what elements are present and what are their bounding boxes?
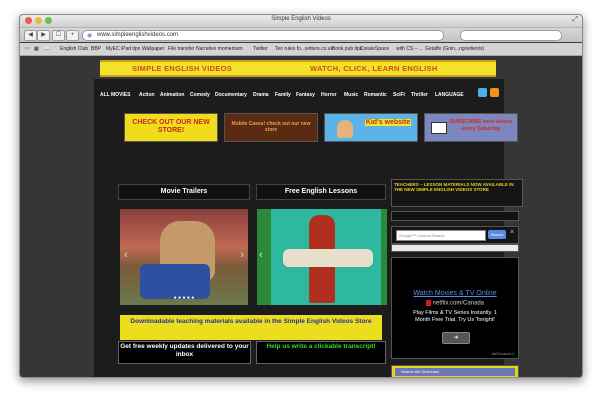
menu-item-family[interactable]: Family	[275, 92, 291, 98]
dictionary-panel[interactable]: Search the Dictionary	[391, 365, 519, 377]
menu-item-horror[interactable]: Horror	[321, 92, 337, 98]
ad-choices-label[interactable]: AdChoices ▷	[491, 351, 515, 356]
bookmark-link[interactable]: with CS – ...	[396, 46, 423, 52]
store-button[interactable]: CHECK OUT OUR NEW STORE!	[124, 113, 218, 142]
spacer-panel	[391, 211, 519, 221]
dog-cape-image	[140, 264, 210, 299]
menu-item-comedy[interactable]: Comedy	[190, 92, 210, 98]
page-content: SIMPLE ENGLISH VIDEOS WATCH, CLICK, LEAR…	[20, 56, 582, 377]
ad-url[interactable]: netflix.com/Canada	[433, 301, 484, 307]
forward-button[interactable]: ▶	[37, 30, 50, 41]
bookmarks-bar: 👓 ▦ 📖 English Club BBP MyEC iPad tips Wa…	[20, 43, 582, 56]
top-sites-icon[interactable]: ▦	[34, 46, 39, 52]
bookmark-link[interactable]: MyEC	[106, 46, 120, 52]
reader-icon: ☐	[55, 32, 62, 38]
transcript-help-box[interactable]: Help us write a clickable transcript!	[256, 341, 386, 364]
bookmark-link[interactable]: File transfer	[168, 46, 194, 52]
globe-icon: ◉	[87, 33, 93, 39]
bookmark-link[interactable]: Book pub tips	[332, 46, 362, 52]
site-banner[interactable]: SIMPLE ENGLISH VIDEOS WATCH, CLICK, LEAR…	[100, 60, 496, 77]
search-results-bar	[391, 244, 519, 252]
custom-search-panel: Google™ Custom Search Search ×	[391, 226, 519, 244]
movie-trailers-heading[interactable]: Movie Trailers	[118, 184, 250, 200]
ad-title[interactable]: Watch Movies & TV Online	[392, 290, 518, 297]
banner-title: SIMPLE ENGLISH VIDEOS	[132, 64, 233, 73]
slider-dots[interactable]: ● ● ● ● ●	[120, 295, 248, 301]
browser-search-field[interactable]	[460, 30, 562, 41]
menu-item-documentary[interactable]: Documentary	[215, 92, 247, 98]
browser-toolbar: ◀ ▶ ☐ + ◉ www.simpleenglishvideos.com	[20, 28, 582, 42]
menu-item-fantasy[interactable]: Fantasy	[296, 92, 315, 98]
bookmark-link[interactable]: Narrative momentum	[196, 46, 243, 52]
bookmark-link[interactable]: CreateSpace	[360, 46, 389, 52]
bookmark-link[interactable]: BBP	[91, 46, 101, 52]
back-button[interactable]: ◀	[24, 30, 37, 41]
slider-next-arrow[interactable]: ›	[240, 249, 244, 261]
custom-search-button[interactable]: Search	[488, 230, 506, 239]
subscribe-button[interactable]: SUBSCRIBE new videos every Saturday	[424, 113, 518, 142]
lessons-prev-arrow[interactable]: ‹	[259, 249, 263, 261]
add-bookmark-button[interactable]: +	[66, 30, 79, 41]
search-placeholder-text: Google™ Custom Search	[399, 233, 445, 238]
kid-character-icon	[337, 120, 353, 138]
ad-url-row: netflix.com/Canada	[392, 300, 518, 307]
menu-item-music[interactable]: Music	[344, 92, 358, 98]
banner-tagline: WATCH, CLICK, LEARN ENGLISH	[310, 64, 438, 73]
reading-list-icon[interactable]: 👓	[24, 46, 30, 52]
address-bar[interactable]: ◉ www.simpleenglishvideos.com	[82, 30, 444, 41]
menu-item-scifi[interactable]: SciFi	[393, 92, 405, 98]
bookmarks-icon[interactable]: 📖	[44, 46, 50, 52]
twitter-icon[interactable]	[478, 88, 487, 97]
window-title: Simple English Videos	[271, 16, 331, 22]
plus-icon: +	[70, 32, 75, 38]
movie-trailer-slider[interactable]: ‹ › ● ● ● ● ●	[120, 209, 248, 305]
browser-window: Simple English Videos ⤢ ◀ ▶ ☐ + ◉ www.si…	[19, 14, 583, 378]
teachers-notice[interactable]: TEACHERS – LESSON MATERIALS NOW AVAILABL…	[391, 179, 523, 207]
rss-icon[interactable]	[490, 88, 499, 97]
menu-item-animation[interactable]: Animation	[160, 92, 184, 98]
main-column: ALL MOVIES Action Animation Comedy Docum…	[94, 79, 523, 377]
lessons-slider[interactable]: ‹	[257, 209, 387, 305]
url-text: www.simpleenglishvideos.com	[97, 32, 179, 38]
bookmark-link[interactable]: Ten rules fo...writers.co.uk	[275, 46, 333, 52]
netflix-logo-icon	[425, 300, 431, 306]
slider-prev-arrow[interactable]: ‹	[124, 249, 128, 261]
menu-item-thriller[interactable]: Thriller	[411, 92, 428, 98]
netflix-ad[interactable]: Watch Movies & TV Online netflix.com/Can…	[391, 257, 519, 359]
custom-search-input[interactable]: Google™ Custom Search	[396, 230, 486, 241]
ad-body: Play Films & TV Series Instantly. 1 Mont…	[413, 310, 497, 323]
title-bar: Simple English Videos ⤢	[20, 15, 582, 28]
weekly-updates-box[interactable]: Get free weekly updates delivered to you…	[118, 341, 251, 364]
envelope-icon	[431, 122, 447, 134]
kids-website-button[interactable]: Kid's website	[324, 113, 418, 142]
bookmark-link[interactable]: Twitter	[253, 46, 268, 52]
ad-go-button[interactable]: ➔	[442, 332, 470, 344]
back-arrow-icon: ◀	[28, 32, 33, 38]
menu-item-language[interactable]: LANGUAGE	[435, 92, 464, 98]
reader-button[interactable]: ☐	[52, 30, 65, 41]
close-icon[interactable]: ×	[510, 229, 514, 236]
bookmark-link[interactable]: Wallpaper	[142, 46, 164, 52]
magic-trick-image	[283, 249, 373, 267]
dictionary-bar: Search the Dictionary	[395, 368, 515, 376]
bookmark-link[interactable]: Getaffe (Goin...ngredients)	[425, 46, 484, 52]
free-lessons-heading[interactable]: Free English Lessons	[256, 184, 386, 200]
menu-item-romantic[interactable]: Romantic	[364, 92, 387, 98]
dictionary-label: Search the Dictionary	[401, 369, 440, 374]
bookmark-link[interactable]: English Club	[60, 46, 88, 52]
menu-item-all-movies[interactable]: ALL MOVIES	[100, 92, 130, 98]
menu-item-action[interactable]: Action	[139, 92, 155, 98]
bookmark-link[interactable]: iPad tips	[121, 46, 140, 52]
mobile-cases-button[interactable]: Mobile Cases! check out our new store	[224, 113, 318, 142]
teaching-materials-banner[interactable]: Downloadable teaching materials availabl…	[120, 315, 382, 340]
menu-item-drama[interactable]: Drama	[253, 92, 269, 98]
forward-arrow-icon: ▶	[41, 32, 46, 38]
fullscreen-icon[interactable]: ⤢	[572, 16, 578, 24]
